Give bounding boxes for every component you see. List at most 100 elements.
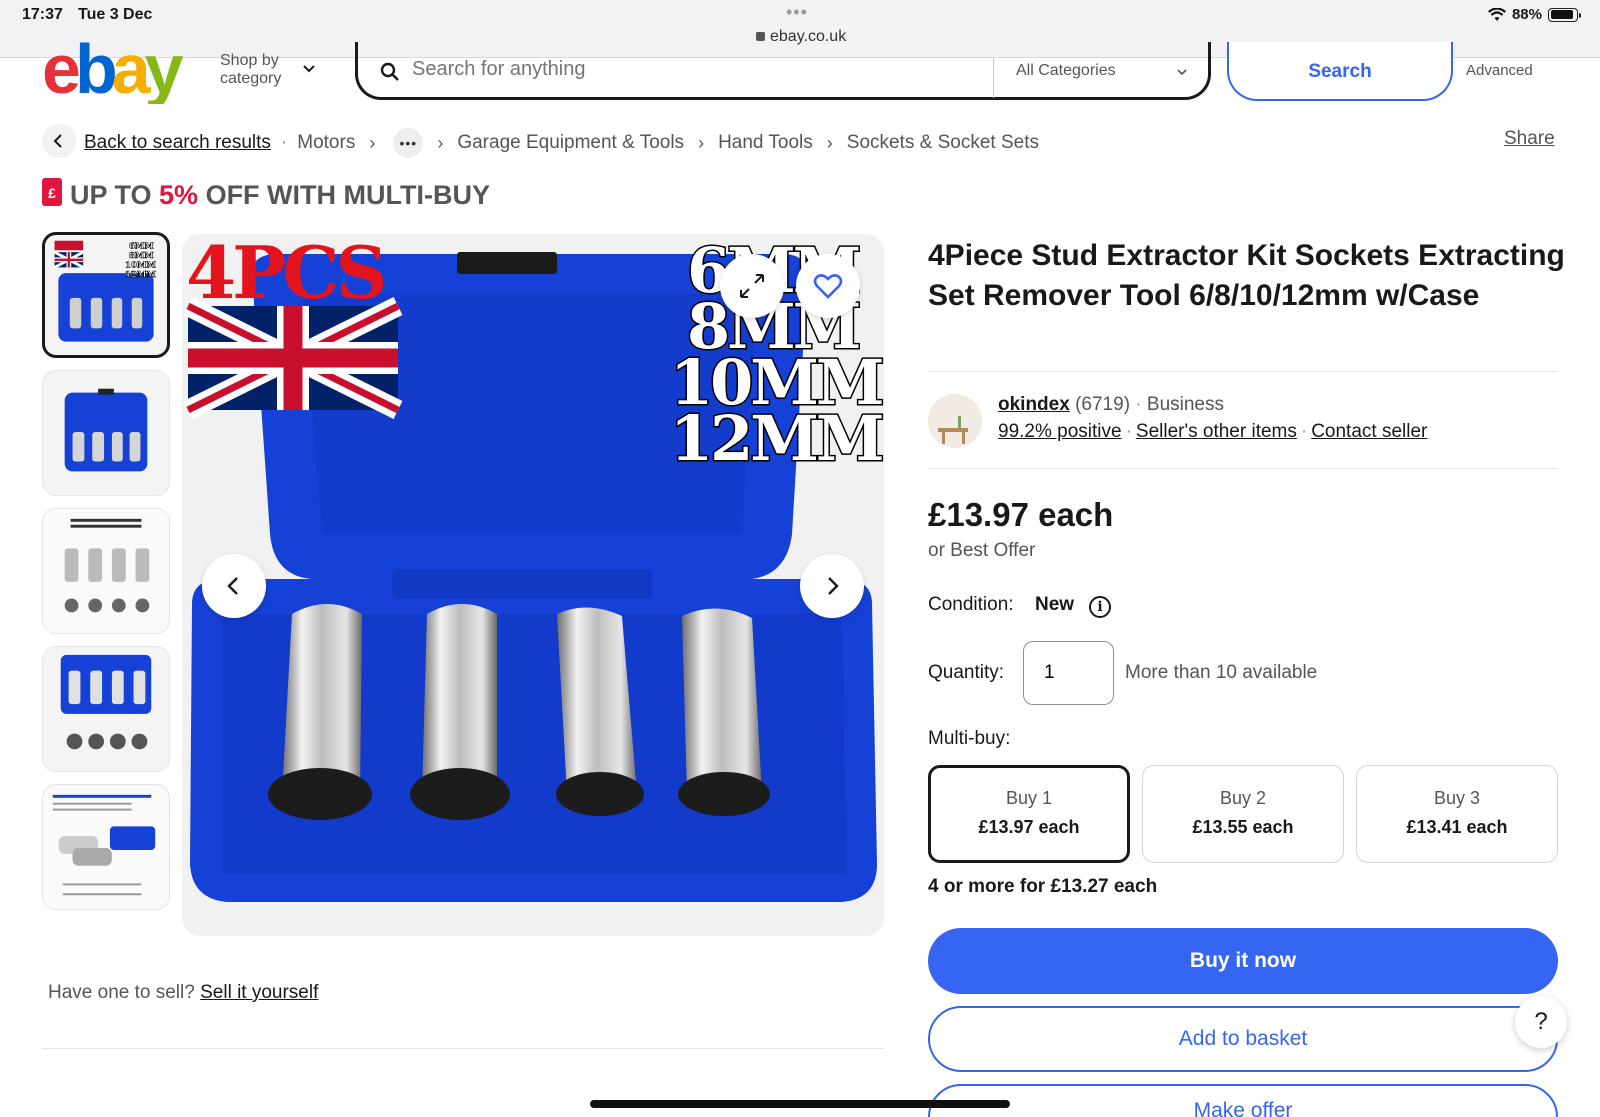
breadcrumb-item-garage-equipment[interactable]: Garage Equipment & Tools: [457, 132, 684, 154]
divider: [928, 371, 1558, 372]
battery-percent: 88%: [1511, 6, 1542, 23]
watch-button[interactable]: [796, 254, 860, 318]
thumbnail-image: [60, 654, 152, 750]
thumbnail-4[interactable]: [42, 646, 170, 772]
availability-text: More than 10 available: [1125, 662, 1318, 683]
thumbnail-strip: 6MM 8MM 10MM 12MM: [42, 232, 172, 938]
logo-letter-a: a: [111, 42, 151, 104]
back-to-search-link[interactable]: Back to search results: [84, 132, 271, 154]
separator-dot: ·: [1300, 421, 1308, 442]
thumbnail-5[interactable]: [42, 784, 170, 910]
condition-label: Condition:: [928, 594, 1014, 615]
add-to-basket-button[interactable]: Add to basket: [928, 1006, 1558, 1072]
thumbnail-image: [52, 794, 156, 896]
make-offer-button[interactable]: Make offer: [928, 1084, 1558, 1117]
heart-icon: [813, 274, 843, 299]
logo-letter-y: y: [144, 42, 184, 104]
thumbnail-1[interactable]: 6MM 8MM 10MM 12MM: [42, 232, 170, 358]
chevron-down-icon[interactable]: [302, 62, 316, 76]
advanced-search-link[interactable]: Advanced: [1466, 62, 1533, 79]
condition-value: New: [1035, 594, 1075, 615]
seller-avatar[interactable]: [928, 394, 982, 448]
buy-it-now-button[interactable]: Buy it now: [928, 928, 1558, 994]
breadcrumb-item-motors[interactable]: Motors: [297, 132, 355, 154]
expand-icon: [740, 274, 764, 298]
promo-highlight: 5%: [159, 180, 199, 210]
svg-text:12MM: 12MM: [125, 270, 156, 280]
next-image-button[interactable]: [800, 554, 864, 618]
seller-other-items-link[interactable]: Seller's other items: [1136, 421, 1297, 442]
expand-image-button[interactable]: [720, 254, 784, 318]
multibuy-option-2[interactable]: Buy 2 £13.55 each: [1142, 765, 1344, 863]
seller-links: 99.2% positive · Seller's other items · Cont…: [998, 421, 1427, 443]
svg-text:6MM: 6MM: [129, 241, 154, 251]
share-link[interactable]: Share: [1504, 128, 1555, 150]
quantity-label: Quantity:: [928, 662, 1005, 683]
divider: [42, 1048, 884, 1049]
image-text-pcs: 4PCS: [186, 234, 384, 315]
breadcrumb-item-sockets[interactable]: Sockets & Socket Sets: [847, 132, 1039, 154]
breadcrumb-more-button[interactable]: •••: [393, 128, 424, 158]
thumbnail-2[interactable]: [42, 370, 170, 496]
item-price: £13.97 each: [928, 496, 1114, 533]
shop-by-line1: Shop by: [220, 52, 279, 69]
main-product-image[interactable]: 4PCS 6MM 8MM 10MM 12MM: [182, 234, 884, 936]
chevron-right-icon: ›: [437, 132, 444, 153]
logo-letter-b: b: [74, 42, 118, 104]
multibuy-option-1[interactable]: Buy 1 £13.97 each: [928, 765, 1130, 863]
sell-prompt-text: Have one to sell?: [48, 982, 195, 1003]
battery-fill: [1550, 10, 1573, 19]
chevron-right-icon: ›: [698, 132, 705, 153]
back-button[interactable]: [42, 124, 76, 158]
quantity-input[interactable]: [1023, 641, 1114, 705]
seller-positive-link[interactable]: 99.2% positive: [998, 421, 1122, 442]
divider: [928, 468, 1558, 469]
multibuy-qty: Buy 2: [1219, 788, 1267, 808]
avatar-image: [928, 394, 982, 448]
image-text-size: 12MM: [670, 402, 882, 475]
sell-it-yourself-link[interactable]: Sell it yourself: [200, 982, 318, 1003]
search-icon: [380, 62, 399, 81]
seller-feedback-count[interactable]: (6719): [1075, 394, 1130, 415]
separator-dot: ·: [1135, 394, 1142, 415]
chevron-right-icon: [828, 577, 839, 595]
promo-prefix: UP TO: [70, 180, 160, 210]
search-button[interactable]: Search: [1227, 42, 1453, 101]
tab-dots-icon[interactable]: •••: [786, 2, 808, 23]
contact-seller-link[interactable]: Contact seller: [1311, 421, 1427, 442]
multibuy-price: £13.41 each: [1406, 817, 1508, 837]
info-icon[interactable]: i: [1089, 596, 1111, 618]
promo-suffix: OFF WITH MULTI-BUY: [198, 180, 490, 210]
price-tag-icon: £: [42, 178, 62, 206]
multibuy-option-3[interactable]: Buy 3 £13.41 each: [1356, 765, 1558, 863]
seller-info: okindex (6719) · Business: [998, 394, 1224, 416]
multibuy-price: £13.55 each: [1192, 817, 1294, 837]
chevron-left-icon: [53, 134, 62, 148]
seller-name-link[interactable]: okindex: [998, 394, 1070, 415]
help-button[interactable]: ?: [1515, 996, 1567, 1048]
shop-by-category-button[interactable]: Shop by category: [220, 52, 281, 88]
multibuy-promo-banner: UP TO 5% OFF WITH MULTI-BUY: [70, 180, 490, 211]
previous-image-button[interactable]: [202, 554, 266, 618]
wifi-icon: [1488, 7, 1506, 21]
chevron-down-icon[interactable]: [1176, 66, 1188, 78]
thumbnail-image: [64, 518, 150, 613]
ebay-logo[interactable]: ebay: [42, 42, 202, 104]
multibuy-label: Multi-buy:: [928, 728, 1011, 749]
multibuy-qty: Buy 3: [1433, 788, 1481, 808]
status-time: 17:37: [22, 6, 63, 23]
seller-type: Business: [1146, 394, 1225, 415]
separator-dot: ·: [1125, 421, 1132, 442]
logo-letter-e: e: [42, 42, 81, 104]
chevron-left-icon: [227, 577, 238, 595]
thumbnail-3[interactable]: [42, 508, 170, 634]
battery-icon: [1548, 7, 1581, 22]
thumbnail-image: 6MM 8MM 10MM 12MM: [53, 240, 157, 342]
breadcrumb-item-hand-tools[interactable]: Hand Tools: [718, 132, 813, 154]
home-indicator[interactable]: [590, 1100, 1010, 1108]
search-input[interactable]: [412, 58, 972, 81]
sell-prompt: Have one to sell? Sell it yourself: [48, 982, 318, 1004]
category-select[interactable]: All Categories: [1016, 62, 1116, 80]
lock-icon: [756, 32, 765, 41]
shop-by-line2: category: [220, 70, 282, 87]
